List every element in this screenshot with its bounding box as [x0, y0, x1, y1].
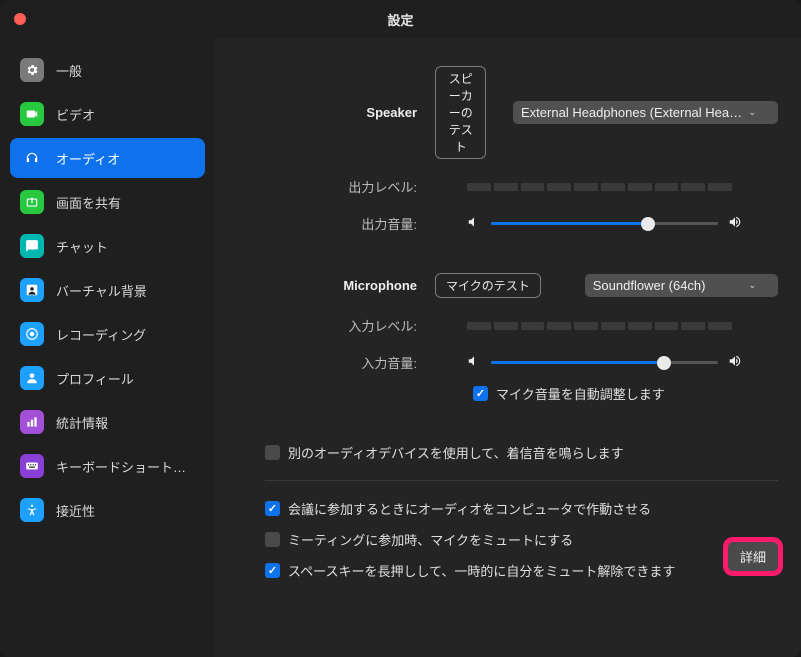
join-audio-checkbox[interactable] — [265, 501, 280, 516]
mute-on-join-label: ミーティングに参加時、マイクをミュートにする — [288, 530, 573, 549]
sidebar-item-label: バーチャル背景 — [56, 281, 147, 300]
chevron-down-icon: ⌄ — [748, 280, 756, 291]
sidebar-item-label: プロフィール — [56, 369, 134, 388]
speaker-low-icon — [467, 354, 481, 371]
sidebar-item-profile[interactable]: プロフィール — [10, 358, 205, 398]
join-audio-label: 会議に参加するときにオーディオをコンピュータで作動させる — [288, 499, 651, 518]
microphone-group: Microphone マイクのテスト Soundflower (64ch) ⌄ … — [225, 273, 778, 403]
titlebar: 設定 — [0, 0, 801, 38]
input-level-label: 入力レベル: — [225, 316, 435, 335]
join-audio-option[interactable]: 会議に参加するときにオーディオをコンピュータで作動させる — [265, 499, 778, 518]
sidebar-item-label: 接近性 — [56, 501, 95, 520]
mute-on-join-option[interactable]: ミーティングに参加時、マイクをミュートにする — [265, 530, 778, 549]
sidebar-item-stats[interactable]: 統計情報 — [10, 402, 205, 442]
record-icon — [20, 322, 44, 346]
auto-adjust-mic-option[interactable]: マイク音量を自動調整します — [473, 384, 778, 403]
sidebar-item-label: オーディオ — [56, 149, 120, 168]
auto-adjust-mic-checkbox[interactable] — [473, 386, 488, 401]
sidebar-item-label: 一般 — [56, 61, 82, 80]
sidebar-item-gear[interactable]: 一般 — [10, 50, 205, 90]
output-volume-label: 出力音量: — [225, 214, 435, 233]
sidebar-item-record[interactable]: レコーディング — [10, 314, 205, 354]
sidebar-item-label: ビデオ — [56, 105, 95, 124]
audio-settings-panel: Speaker スピーカーのテスト External Headphones (E… — [215, 38, 801, 657]
space-unmute-label: スペースキーを長押しして、一時的に自分をミュート解除できます — [288, 561, 675, 580]
close-window-button[interactable] — [14, 13, 26, 25]
separate-ringtone-option[interactable]: 別のオーディオデバイスを使用して、着信音を鳴らします — [265, 443, 778, 462]
speaker-test-button[interactable]: スピーカーのテスト — [435, 66, 486, 159]
microphone-section-label: Microphone — [225, 278, 435, 293]
input-level-meter — [467, 322, 732, 330]
sidebar-item-video[interactable]: ビデオ — [10, 94, 205, 134]
space-unmute-checkbox[interactable] — [265, 563, 280, 578]
window-title: 設定 — [387, 10, 413, 29]
headphones-icon — [20, 146, 44, 170]
sidebar-item-label: チャット — [56, 237, 108, 256]
stats-icon — [20, 410, 44, 434]
speaker-section-label: Speaker — [225, 105, 435, 120]
keyboard-icon — [20, 454, 44, 478]
space-unmute-option[interactable]: スペースキーを長押しして、一時的に自分をミュート解除できます — [265, 561, 778, 580]
separate-ringtone-label: 別のオーディオデバイスを使用して、着信音を鳴らします — [288, 443, 624, 462]
video-icon — [20, 102, 44, 126]
virtual-bg-icon — [20, 278, 44, 302]
speaker-device-value: External Headphones (External Headph… — [521, 105, 742, 120]
sidebar-item-label: キーボードショートカ… — [56, 457, 195, 476]
speaker-low-icon — [467, 215, 481, 232]
chat-icon — [20, 234, 44, 258]
speaker-high-icon — [728, 354, 742, 371]
speaker-high-icon — [728, 215, 742, 232]
sidebar: 一般ビデオオーディオ画面を共有チャットバーチャル背景レコーディングプロフィール統… — [0, 38, 215, 657]
sidebar-item-headphones[interactable]: オーディオ — [10, 138, 205, 178]
output-volume-slider[interactable] — [491, 216, 718, 232]
sidebar-item-keyboard[interactable]: キーボードショートカ… — [10, 446, 205, 486]
speaker-group: Speaker スピーカーのテスト External Headphones (E… — [225, 66, 778, 233]
microphone-test-button[interactable]: マイクのテスト — [435, 273, 541, 298]
sidebar-item-chat[interactable]: チャット — [10, 226, 205, 266]
auto-adjust-mic-label: マイク音量を自動調整します — [496, 384, 665, 403]
profile-icon — [20, 366, 44, 390]
sidebar-item-label: レコーディング — [56, 325, 146, 344]
microphone-device-select[interactable]: Soundflower (64ch) ⌄ — [585, 274, 778, 297]
speaker-device-select[interactable]: External Headphones (External Headph… ⌄ — [513, 101, 778, 124]
gear-icon — [20, 58, 44, 82]
sidebar-item-share[interactable]: 画面を共有 — [10, 182, 205, 222]
settings-window: 設定 一般ビデオオーディオ画面を共有チャットバーチャル背景レコーディングプロフィ… — [0, 0, 801, 657]
advanced-button[interactable]: 詳細 — [728, 542, 778, 571]
input-volume-label: 入力音量: — [225, 353, 435, 372]
sidebar-item-virtual-bg[interactable]: バーチャル背景 — [10, 270, 205, 310]
accessibility-icon — [20, 498, 44, 522]
output-level-label: 出力レベル: — [225, 177, 435, 196]
window-body: 一般ビデオオーディオ画面を共有チャットバーチャル背景レコーディングプロフィール統… — [0, 38, 801, 657]
sidebar-item-label: 統計情報 — [56, 413, 108, 432]
mute-on-join-checkbox[interactable] — [265, 532, 280, 547]
output-level-meter — [467, 183, 732, 191]
chevron-down-icon: ⌄ — [748, 107, 756, 118]
sidebar-item-label: 画面を共有 — [56, 193, 121, 212]
divider — [265, 480, 778, 481]
share-icon — [20, 190, 44, 214]
sidebar-item-accessibility[interactable]: 接近性 — [10, 490, 205, 530]
input-volume-slider[interactable] — [491, 355, 718, 371]
separate-ringtone-checkbox[interactable] — [265, 445, 280, 460]
microphone-device-value: Soundflower (64ch) — [593, 278, 706, 293]
